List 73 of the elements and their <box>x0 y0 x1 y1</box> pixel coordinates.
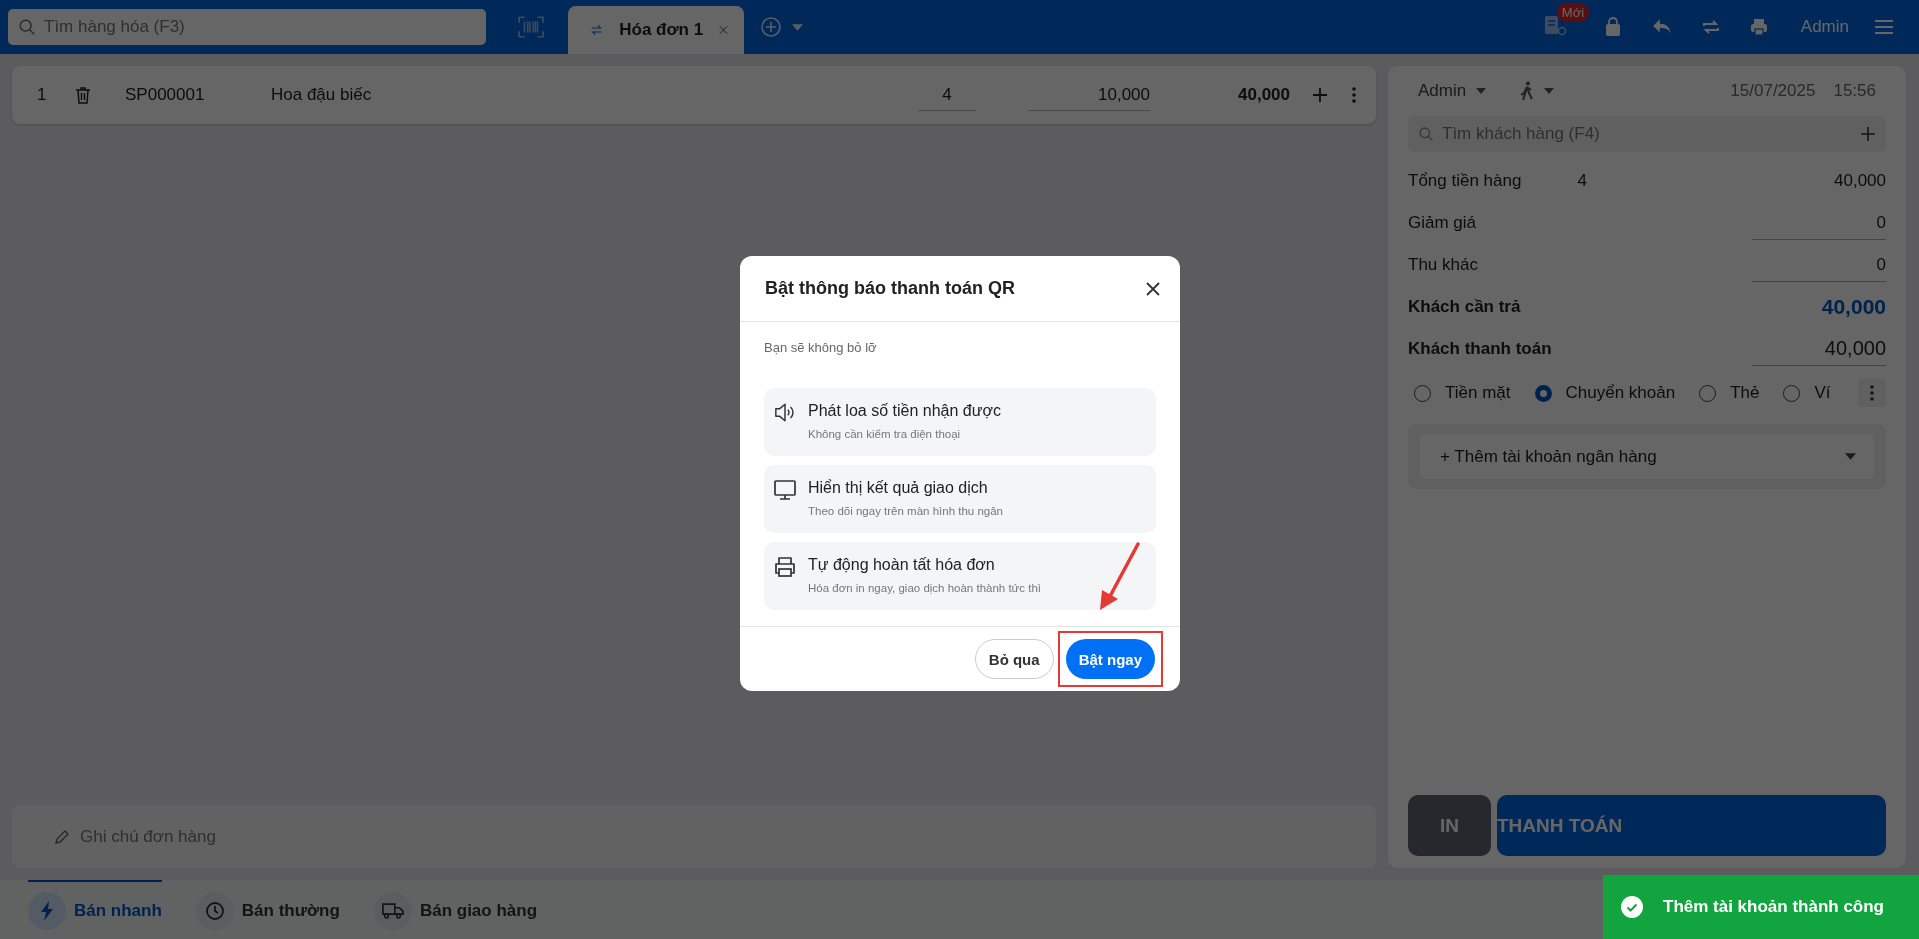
summary-label: Tổng tiền hàng <box>1408 171 1522 191</box>
dialog-title: Bật thông báo thanh toán QR <box>765 278 1015 299</box>
radio-button[interactable] <box>1534 384 1552 402</box>
add-tab-icon[interactable] <box>760 16 782 38</box>
add-customer-icon[interactable] <box>1860 126 1876 142</box>
sale-mode-tab[interactable]: Bán nhanh <box>28 880 162 939</box>
summary-label: Thu khác <box>1408 255 1478 275</box>
checkout-button[interactable]: THANH TOÁN <box>1497 795 1886 856</box>
product-code: SP000001 <box>125 85 206 105</box>
sale-mode-tab[interactable]: Bán thường <box>195 880 340 939</box>
quantity-field[interactable]: 4 <box>918 79 976 111</box>
tab-label: Hóa đơn 1 <box>619 20 704 40</box>
more-options-icon[interactable] <box>1352 87 1356 103</box>
staff-selector[interactable]: Admin <box>1418 81 1467 101</box>
feature-description: Hóa đơn in ngay, giao dịch hoàn thành tức thì <box>808 582 1042 594</box>
amount-field[interactable]: 0 <box>1752 206 1886 240</box>
payment-method-label[interactable]: Tiền mặt <box>1445 383 1511 403</box>
feature-title: Hiển thị kết quả giao dịch <box>808 479 989 497</box>
feature-description: Theo dõi ngay trên màn hình thu ngân <box>808 505 1003 517</box>
more-options-icon <box>1870 385 1874 401</box>
enable-now-button[interactable]: Bật ngay <box>1065 639 1155 679</box>
menu-icon[interactable] <box>1875 19 1893 35</box>
caret-icon[interactable] <box>792 23 803 31</box>
feature-title: Phát loa số tiền nhận được <box>808 402 1001 420</box>
dropdown-label: + Thêm tài khoản ngân hàng <box>1440 446 1657 467</box>
check-circle-icon <box>1621 896 1643 918</box>
skip-button[interactable]: Bỏ qua <box>974 639 1054 679</box>
invoice-tab[interactable]: Hóa đơn 1 <box>568 6 744 54</box>
more-options-button[interactable] <box>1858 379 1886 407</box>
payment-method-label[interactable]: Ví <box>1814 383 1831 403</box>
amount-due: 40,000 <box>1821 295 1886 319</box>
feature-title: Tự động hoàn tất hóa đơn <box>808 556 996 574</box>
payment-method-label[interactable]: Chuyển khoản <box>1565 383 1676 403</box>
toast-message: Thêm tài khoản thành công <box>1663 897 1884 917</box>
bank-account-dropdown[interactable]: + Thêm tài khoản ngân hàng <box>1420 434 1874 479</box>
price-field[interactable]: 10,000 <box>1028 79 1150 111</box>
caret-icon[interactable] <box>1544 88 1555 94</box>
caret-icon <box>1845 453 1856 460</box>
search-icon <box>1418 126 1434 142</box>
amount-paid-field[interactable]: 40,000 <box>1752 332 1886 366</box>
summary-value: 40,000 <box>1834 171 1886 191</box>
printer-icon[interactable] <box>1748 17 1769 37</box>
invoice-date: 15/07/2025 <box>1730 81 1816 101</box>
pencil-icon <box>54 828 70 845</box>
product-name: Hoa đậu biếc <box>271 85 373 105</box>
search-icon <box>18 18 36 36</box>
item-count: 4 <box>1577 171 1587 191</box>
line-total: 40,000 <box>1237 85 1290 105</box>
amount-field[interactable]: 0 <box>1752 248 1886 282</box>
print-button[interactable]: IN <box>1408 795 1491 856</box>
close-icon[interactable] <box>1146 281 1160 296</box>
speaker-icon <box>774 402 796 423</box>
walking-person-icon[interactable] <box>1520 81 1535 101</box>
dialog-subtitle: Bạn sẽ không bỏ lỡ <box>764 340 878 355</box>
clock-icon <box>204 900 225 921</box>
summary-label: Giảm giá <box>1408 213 1477 233</box>
monitor-icon <box>774 479 796 501</box>
plus-icon[interactable] <box>1312 87 1328 103</box>
new-badge: Mới <box>1556 3 1590 22</box>
barcode-scan-icon[interactable] <box>518 16 544 38</box>
summary-label: Khách cần trả <box>1408 297 1521 317</box>
feature-description: Không cần kiểm tra điện thoại <box>808 428 962 440</box>
payment-method-label[interactable]: Thẻ <box>1730 383 1760 403</box>
delete-icon[interactable] <box>75 86 91 104</box>
invoice-time: 15:56 <box>1833 81 1876 101</box>
truck-icon <box>381 902 404 919</box>
line-number: 1 <box>37 85 48 105</box>
sale-mode-tab[interactable]: Bán giao hàng <box>373 880 538 939</box>
lightning-icon <box>40 900 54 921</box>
summary-label: Khách thanh toán <box>1408 339 1552 359</box>
printer-icon <box>774 556 796 578</box>
user-name[interactable]: Admin <box>1800 17 1849 37</box>
caret-icon[interactable] <box>1476 88 1487 94</box>
